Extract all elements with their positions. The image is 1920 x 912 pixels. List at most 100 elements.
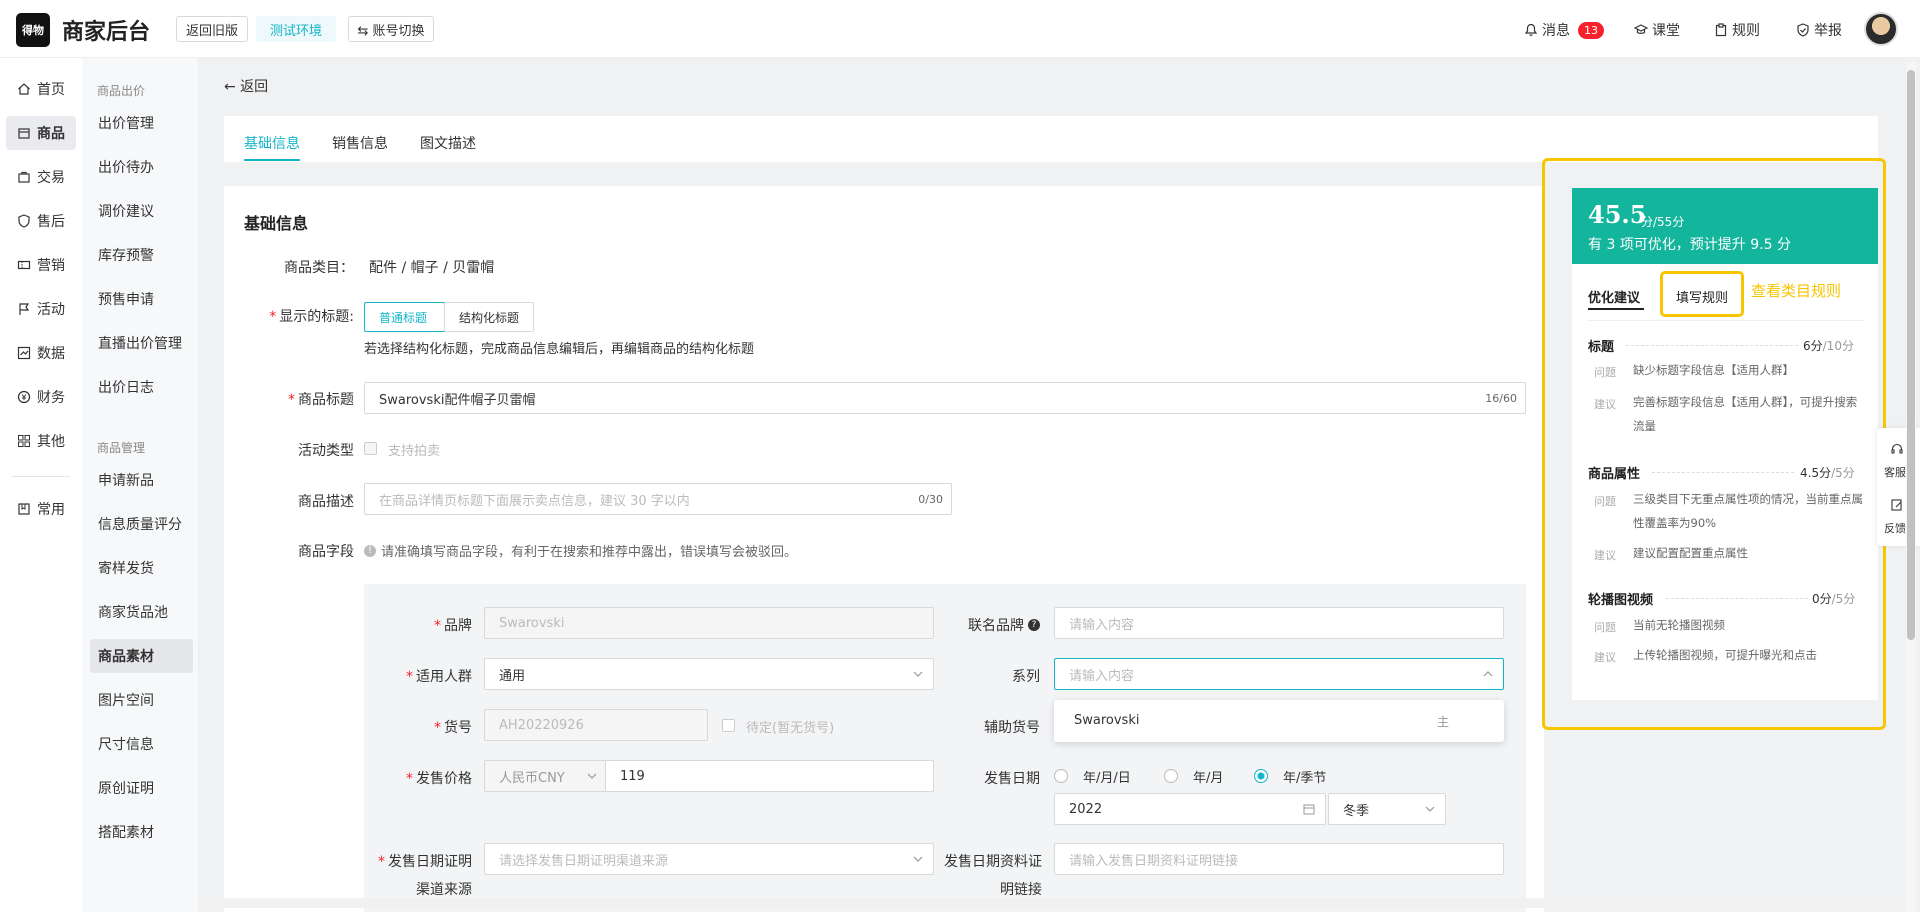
audience-label: * 适用人群 xyxy=(406,669,472,685)
ticket-icon xyxy=(16,258,31,273)
report-label: 举报 xyxy=(1814,23,1842,39)
back-link[interactable]: ← 返回 xyxy=(224,76,268,96)
messages-count-badge: 13 xyxy=(1578,21,1604,39)
subnav-item[interactable]: 预售申请 xyxy=(90,282,193,316)
subnav-item-active[interactable]: 商品素材 xyxy=(90,639,193,673)
cobrand-input[interactable]: 请输入内容 xyxy=(1054,607,1504,639)
subnav-item[interactable]: 商家货品池 xyxy=(90,595,193,629)
series-suggestion-tag: 主 xyxy=(1437,715,1450,729)
sidebar-item-home[interactable]: 首页 xyxy=(6,72,76,106)
sidebar-item-trade[interactable]: 交易 xyxy=(6,160,76,194)
date-mode-ymd-label: 年/月/日 xyxy=(1083,771,1131,786)
app-logo[interactable]: 得物 xyxy=(16,13,50,47)
highlight-box-score-panel xyxy=(1542,158,1886,730)
proof-link-label: 发售日期资料证 明链接 xyxy=(944,854,1042,898)
series-suggestion-item[interactable]: Swarovski xyxy=(1074,713,1139,728)
date-mode-season-radio[interactable] xyxy=(1254,769,1268,783)
fields-label: 商品字段 xyxy=(298,544,354,560)
tab-rich-desc[interactable]: 图文描述 xyxy=(420,133,476,153)
vertical-scrollbar-thumb[interactable] xyxy=(1907,70,1915,640)
tab-basic-info[interactable]: 基础信息 xyxy=(244,133,300,153)
grid-icon xyxy=(16,434,31,449)
subnav-item[interactable]: 图片空间 xyxy=(90,683,193,717)
series-input[interactable]: 请输入内容 xyxy=(1054,658,1504,690)
customer-service-label[interactable]: 客服 xyxy=(1884,464,1906,480)
sidebar-item-label: 营销 xyxy=(37,258,65,274)
date-mode-ymd-radio[interactable] xyxy=(1054,769,1068,783)
cobrand-label: 联名品牌? xyxy=(940,615,1040,635)
sidebar-item-marketing[interactable]: 营销 xyxy=(6,248,76,282)
desc-label: 商品描述 xyxy=(298,494,354,510)
subnav-item[interactable]: 原创证明 xyxy=(90,771,193,805)
proof-link-input[interactable]: 请输入发售日期资料证明链接 xyxy=(1054,843,1504,875)
feedback-label[interactable]: 反馈 xyxy=(1884,520,1906,536)
report-nav[interactable]: 举报 xyxy=(1796,20,1842,40)
auction-checkbox[interactable] xyxy=(364,442,377,455)
title-mode-struct-button[interactable]: 结构化标题 xyxy=(444,302,534,332)
season-select[interactable]: 冬季 xyxy=(1328,793,1446,825)
audience-select[interactable]: 通用 xyxy=(484,658,934,690)
subnav-item[interactable]: 直播出价管理 xyxy=(90,326,193,360)
bookmark-icon xyxy=(16,502,31,517)
price-input[interactable]: 119 xyxy=(605,760,934,792)
info-icon: ! xyxy=(364,544,376,557)
year-value: 2022 xyxy=(1069,801,1103,817)
sidebar-item-data[interactable]: 数据 xyxy=(6,336,76,370)
sidebar-item-finance[interactable]: 财务 xyxy=(6,380,76,414)
currency-value: 人民币CNY xyxy=(499,770,565,786)
display-title-label: * 显示的标题: xyxy=(269,309,354,325)
switch-account-button[interactable]: ⇆ 账号切换 xyxy=(348,16,434,42)
sku-label: * 货号 xyxy=(434,720,472,736)
edit-note-icon[interactable] xyxy=(1890,498,1904,516)
subnav-item[interactable]: 出价待办 xyxy=(90,150,193,184)
sidebar-item-goods[interactable]: 商品 xyxy=(6,116,76,150)
year-picker[interactable]: 2022 xyxy=(1054,793,1326,825)
tab-sales-info[interactable]: 销售信息 xyxy=(332,133,388,153)
back-old-version-button[interactable]: 返回旧版 xyxy=(176,16,248,42)
rules-nav[interactable]: 规则 xyxy=(1714,20,1760,40)
auction-option-label: 支持拍卖 xyxy=(388,444,441,459)
subnav-item[interactable]: 调价建议 xyxy=(90,194,193,228)
sidebar-item-label: 常用 xyxy=(37,502,65,518)
sidebar-item-label: 活动 xyxy=(37,302,65,318)
sku-pending-checkbox[interactable] xyxy=(722,719,735,732)
chevron-down-icon xyxy=(913,856,923,862)
subnav-item[interactable]: 尺寸信息 xyxy=(90,727,193,761)
currency-select[interactable]: 人民币CNY xyxy=(484,760,606,792)
sidebar-item-activity[interactable]: 活动 xyxy=(6,292,76,326)
shield-icon xyxy=(16,214,31,229)
chevron-up-icon xyxy=(1483,671,1493,677)
help-icon[interactable]: ? xyxy=(1028,619,1040,631)
category-label: 商品类目： xyxy=(284,260,354,276)
sidebar-item-other[interactable]: 其他 xyxy=(6,424,76,458)
sidebar-item-favorites[interactable]: 常用 xyxy=(6,492,76,526)
chevron-down-icon xyxy=(1425,806,1435,812)
date-mode-ym-radio[interactable] xyxy=(1164,769,1178,783)
audience-value: 通用 xyxy=(499,668,526,684)
subnav-item[interactable]: 出价管理 xyxy=(90,106,193,140)
subnav-item[interactable]: 申请新品 xyxy=(90,463,193,497)
sidebar-item-aftersale[interactable]: 售后 xyxy=(6,204,76,238)
horizontal-scrollbar[interactable] xyxy=(200,898,1900,908)
chevron-down-icon xyxy=(913,671,923,677)
release-proof-select[interactable]: 请选择发售日期证明渠道来源 xyxy=(484,843,934,875)
messages-nav[interactable]: 消息 13 xyxy=(1524,20,1604,40)
brand-input[interactable]: Swarovski xyxy=(484,607,934,639)
subnav-item[interactable]: 寄样发货 xyxy=(90,551,193,585)
headset-icon[interactable] xyxy=(1890,442,1904,460)
classroom-nav[interactable]: 课堂 xyxy=(1634,20,1680,40)
subnav-item[interactable]: 信息质量评分 xyxy=(90,507,193,541)
series-label: 系列 xyxy=(1012,669,1040,685)
title-mode-normal-button[interactable]: 普通标题 xyxy=(364,302,445,332)
classroom-label: 课堂 xyxy=(1652,23,1680,39)
subnav-item[interactable]: 库存预警 xyxy=(90,238,193,272)
user-avatar[interactable] xyxy=(1864,12,1898,46)
sku-input[interactable]: AH20220926 xyxy=(484,709,708,741)
subnav-item[interactable]: 出价日志 xyxy=(90,370,193,404)
subnav-item[interactable]: 搭配素材 xyxy=(90,815,193,849)
release-proof-placeholder: 请选择发售日期证明渠道来源 xyxy=(499,853,669,869)
desc-input[interactable]: 在商品详情页标题下面展示卖点信息，建议 30 字以内 0/30 xyxy=(364,483,952,515)
title-mode-hint: 若选择结构化标题，完成商品信息编辑后，再编辑商品的结构化标题 xyxy=(364,342,755,357)
product-title-input[interactable]: Swarovski配件帽子贝雷帽 16/60 xyxy=(364,382,1526,414)
active-tab-indicator xyxy=(244,159,300,161)
